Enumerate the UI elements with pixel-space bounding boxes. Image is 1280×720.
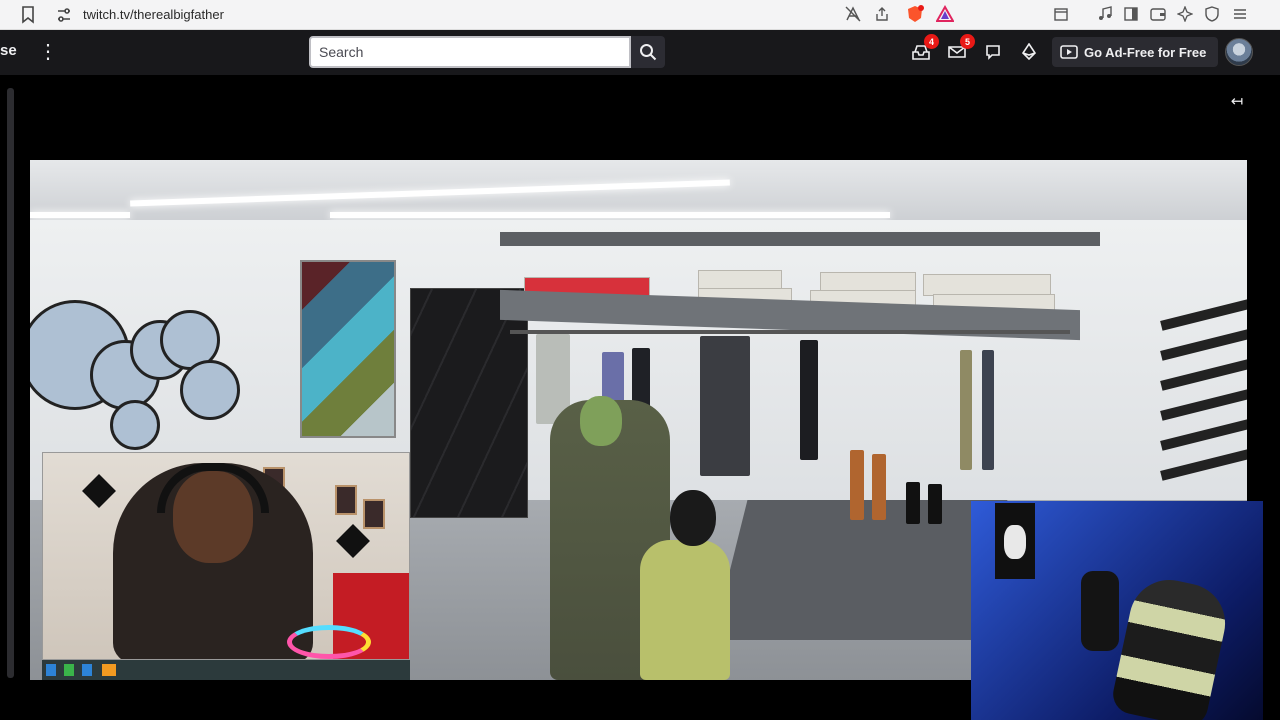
search-button[interactable] bbox=[631, 36, 665, 68]
hanging-garment bbox=[982, 350, 994, 470]
inbox-badge: 4 bbox=[924, 34, 939, 49]
back-chair bbox=[1081, 571, 1119, 651]
more-vertical-icon[interactable]: ⋮ bbox=[38, 40, 58, 64]
go-ad-free-label: Go Ad-Free for Free bbox=[1084, 44, 1207, 60]
browser-toolbar: twitch.tv/therealbigfather bbox=[0, 0, 1280, 30]
ad-free-icon bbox=[1060, 45, 1078, 59]
game-character-hair bbox=[670, 490, 716, 546]
tab-capture-icon[interactable] bbox=[1051, 4, 1071, 24]
game-character-mask bbox=[580, 396, 622, 446]
wall-decor bbox=[336, 524, 370, 558]
twitch-top-nav: se ⋮ 4 5 Go Ad-Free for Free bbox=[0, 30, 1280, 75]
hanging-garment bbox=[960, 350, 972, 470]
secondary-webcam bbox=[971, 501, 1263, 720]
chat-button[interactable] bbox=[981, 40, 1005, 64]
whispers-badge: 5 bbox=[960, 34, 975, 49]
hanging-garment bbox=[700, 336, 750, 476]
bits-icon bbox=[1021, 43, 1037, 61]
boot bbox=[850, 450, 864, 520]
bits-button[interactable] bbox=[1017, 40, 1041, 64]
boot bbox=[906, 482, 920, 524]
collapse-arrow-icon[interactable]: ↤ bbox=[1227, 93, 1247, 111]
bookmark-icon[interactable] bbox=[20, 4, 36, 26]
scene-light bbox=[330, 212, 890, 218]
wall-decor bbox=[82, 474, 116, 508]
brave-rewards-icon[interactable] bbox=[935, 4, 955, 24]
boot bbox=[872, 454, 886, 520]
go-ad-free-button[interactable]: Go Ad-Free for Free bbox=[1052, 37, 1218, 67]
wall-poster bbox=[335, 485, 357, 515]
music-icon[interactable] bbox=[1095, 4, 1115, 24]
sidebar-icon[interactable] bbox=[1121, 4, 1141, 24]
smart-speaker-ring bbox=[287, 625, 371, 659]
wall-poster bbox=[363, 499, 385, 529]
browser-menu-icon[interactable] bbox=[1230, 4, 1250, 24]
game-character-green-top bbox=[640, 540, 730, 680]
marble-panel bbox=[410, 288, 528, 518]
folded-clothes bbox=[923, 274, 1051, 296]
scene-light bbox=[30, 212, 130, 218]
webcam-tray bbox=[42, 660, 410, 680]
translate-icon[interactable] bbox=[843, 4, 863, 24]
shield-icon bbox=[82, 664, 92, 676]
address-bar-url[interactable]: twitch.tv/therealbigfather bbox=[83, 7, 224, 22]
left-scrollbar[interactable] bbox=[7, 88, 14, 678]
tool-icon bbox=[64, 664, 74, 676]
search-icon bbox=[640, 44, 657, 61]
skull-icon bbox=[1004, 525, 1026, 559]
whispers-button[interactable]: 5 bbox=[945, 34, 975, 64]
leo-ai-icon[interactable] bbox=[1175, 4, 1195, 24]
wall-bubble bbox=[180, 360, 240, 420]
gaming-chair bbox=[1109, 572, 1233, 720]
wall-painting bbox=[300, 260, 396, 438]
wallet-icon[interactable] bbox=[1148, 4, 1168, 24]
streamer-webcam bbox=[42, 452, 410, 660]
vpn-icon[interactable] bbox=[1202, 4, 1222, 24]
upper-shelf bbox=[500, 232, 1100, 246]
browse-link-fragment[interactable]: se bbox=[0, 42, 17, 59]
mic-icon bbox=[46, 664, 56, 676]
share-icon[interactable] bbox=[872, 4, 892, 24]
boot bbox=[928, 484, 942, 524]
site-settings-icon[interactable] bbox=[56, 6, 72, 24]
shoe-cabinet bbox=[712, 500, 1008, 640]
search-input[interactable] bbox=[311, 38, 629, 66]
search-box bbox=[309, 36, 631, 68]
alert-icon bbox=[102, 664, 116, 676]
wall-bubble bbox=[110, 400, 160, 450]
brave-shield-icon[interactable] bbox=[905, 4, 925, 24]
inbox-button[interactable]: 4 bbox=[909, 34, 939, 64]
hanging-garment bbox=[800, 340, 818, 460]
user-avatar[interactable] bbox=[1225, 38, 1253, 66]
clothes-rail bbox=[510, 330, 1070, 334]
chat-bubble-icon bbox=[986, 45, 1000, 60]
